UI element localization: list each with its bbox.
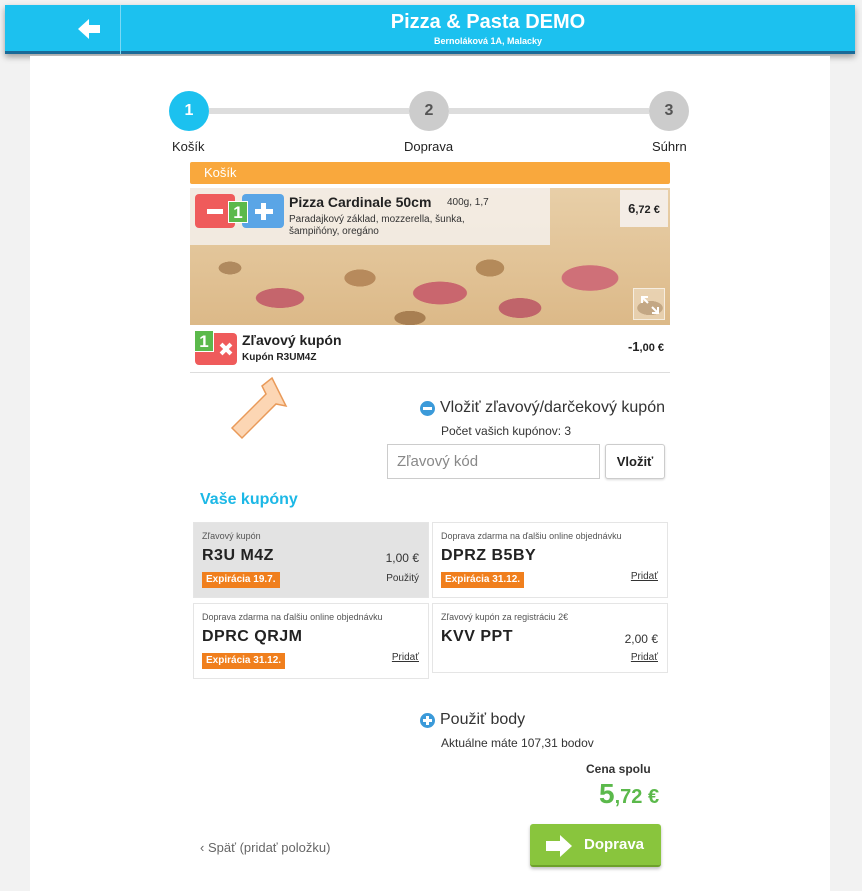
step-2-circle[interactable]: 2 (409, 91, 449, 131)
step-line-1 (209, 108, 409, 114)
coupon-card-type: Zľavový kupón za registráciu 2€ (441, 612, 569, 622)
item-description: Paradajkový základ, mozzerella, šunka, š… (289, 214, 465, 237)
arrow-right-icon (546, 835, 572, 857)
cart-item: 1 Pizza Cardinale 50cm 400g, 1,7 Paradaj… (190, 188, 670, 325)
coupon-card: Zľavový kupón za registráciu 2€ KVV PPT … (432, 603, 668, 673)
coupon-card-value: 1,00 € (385, 551, 419, 565)
coupon-card-expiry: Expirácia 19.7. (202, 572, 280, 588)
back-link-label: Späť (pridať položku) (207, 840, 331, 855)
back-button[interactable] (5, 5, 121, 54)
add-coupon-link[interactable]: Pridať (631, 571, 658, 582)
add-coupon-link[interactable]: Pridať (631, 652, 658, 663)
coupon-price-int: -1 (627, 339, 640, 354)
next-delivery-button[interactable]: Doprava (530, 824, 661, 867)
total-price-int: 5 (599, 778, 615, 809)
coupon-card-expiry: Expirácia 31.12. (202, 653, 286, 669)
coupon-card-expiry: Expirácia 31.12. (441, 572, 525, 588)
points-balance: Aktuálne máte 107,31 bodov (441, 736, 594, 750)
item-price-rest: ,72 € (635, 204, 660, 216)
collapse-coupon-form-icon[interactable] (420, 401, 435, 416)
app-title: Pizza & Pasta DEMO (390, 11, 586, 33)
item-name: Pizza Cardinale 50cm (289, 194, 432, 210)
cart-header: Košík (190, 162, 670, 184)
item-price: 6,72 € (620, 190, 668, 227)
step-3-label: Súhrn (652, 139, 687, 154)
coupon-card-type: Zľavový kupón (202, 531, 261, 541)
coupon-card-type: Doprava zdarma na ďalšiu online objednáv… (441, 531, 622, 541)
apply-coupon-button[interactable]: Vložiť (605, 444, 665, 479)
coupon-card-type: Doprava zdarma na ďalšiu online objednáv… (202, 612, 383, 622)
coupon-card: Doprava zdarma na ďalšiu online objednáv… (193, 603, 429, 679)
top-bar: Pizza & Pasta DEMO Bernoláková 1A, Malac… (5, 5, 855, 54)
coupon-card-code: DPRZ B5BY (441, 547, 537, 564)
coupon-card-code: DPRC QRJM (202, 628, 303, 645)
step-1-circle[interactable]: 1 (169, 91, 209, 131)
coupon-price-rest: ,00 € (639, 342, 664, 354)
chevron-left-icon: ‹ (200, 840, 208, 855)
total-price-rest: ,72 € (614, 786, 660, 808)
header-title-area: Pizza & Pasta DEMO Bernoláková 1A, Malac… (121, 5, 855, 46)
add-coupon-link[interactable]: Pridať (392, 652, 419, 663)
step-1-label: Košík (172, 139, 205, 154)
item-quantity: 1 (228, 201, 248, 223)
total-label: Cena spolu (586, 762, 651, 776)
coupon-code-input[interactable] (387, 444, 600, 479)
coupon-name: Zľavový kupón (242, 332, 342, 348)
total-price: 5,72 € (599, 778, 659, 810)
app-subtitle: Bernoláková 1A, Malacky (433, 36, 543, 46)
next-button-label: Doprava (584, 836, 645, 853)
coupon-card-code: KVV PPT (441, 628, 513, 645)
coupon-price: -1,00 € (628, 339, 664, 354)
coupon-card-value: 2,00 € (624, 632, 658, 646)
step-line-2 (449, 108, 649, 114)
coupon-card: Doprava zdarma na ďalšiu online objednáv… (432, 522, 668, 598)
cart-coupon-item: 1 Zľavový kupón Kupón R3UM4Z -1,00 € (190, 327, 670, 373)
coupon-code: Kupón R3UM4Z (242, 352, 317, 363)
coupon-card-code: R3U M4Z (202, 547, 274, 564)
coupon-count: Počet vašich kupónov: 3 (441, 424, 572, 438)
coupon-quantity: 1 (194, 330, 214, 352)
pointer-arrow-icon (230, 376, 288, 440)
your-coupons-title: Vaše kupóny (200, 491, 298, 508)
coupon-card-status: Použitý (386, 573, 419, 584)
item-meta: 400g, 1,7 (447, 197, 489, 208)
step-3-circle[interactable]: 3 (649, 91, 689, 131)
coupon-card: Zľavový kupón R3U M4Z 1,00 € Expirácia 1… (193, 522, 429, 598)
increase-quantity-button[interactable] (242, 194, 284, 228)
expand-icon[interactable] (633, 288, 665, 320)
back-add-item-link[interactable]: ‹ Späť (pridať položku) (200, 840, 330, 855)
expand-points-icon[interactable] (420, 713, 435, 728)
arrow-left-icon (78, 19, 100, 39)
coupon-form-title[interactable]: Vložiť zľavový/darčekový kupón (440, 399, 665, 417)
use-points-title[interactable]: Použiť body (440, 711, 525, 729)
step-2-label: Doprava (404, 139, 454, 154)
